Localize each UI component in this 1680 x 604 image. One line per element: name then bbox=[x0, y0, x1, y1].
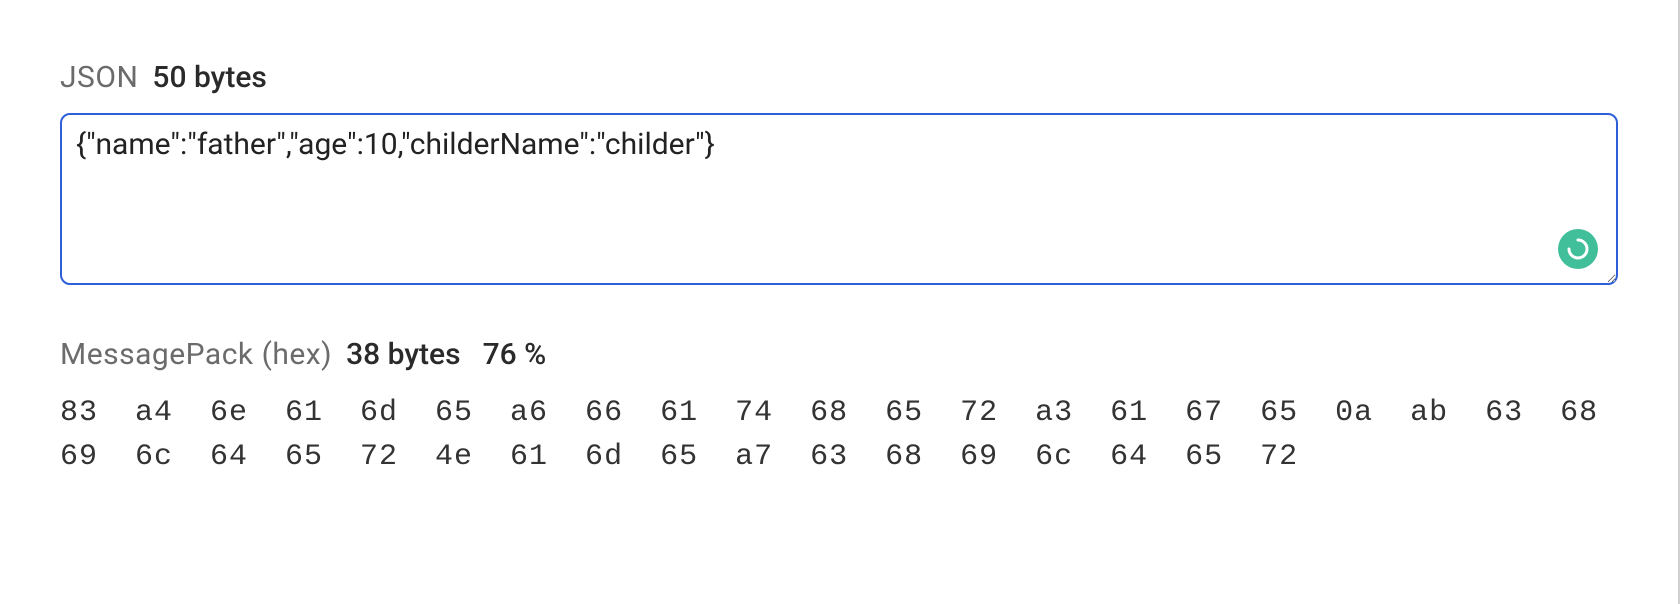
json-section-header: JSON 50 bytes bbox=[60, 60, 1618, 95]
msgpack-hex-output: 83 a4 6e 61 6d 65 a6 66 61 74 68 65 72 a… bbox=[60, 392, 1618, 479]
msgpack-section-header: MessagePack (hex) 38 bytes 76 % bbox=[60, 337, 1618, 372]
msgpack-size-label: 38 bytes bbox=[346, 337, 460, 372]
msgpack-ratio-label: 76 % bbox=[483, 337, 547, 372]
json-size-label: 50 bytes bbox=[152, 60, 266, 95]
json-title: JSON bbox=[60, 60, 138, 95]
json-input[interactable] bbox=[60, 113, 1618, 285]
page-root: JSON 50 bytes MessagePack (hex) 38 bytes… bbox=[0, 0, 1680, 604]
status-badge bbox=[1558, 229, 1598, 269]
msgpack-title: MessagePack (hex) bbox=[60, 337, 332, 372]
spinner-check-icon bbox=[1566, 237, 1590, 261]
json-input-wrap bbox=[60, 113, 1618, 289]
